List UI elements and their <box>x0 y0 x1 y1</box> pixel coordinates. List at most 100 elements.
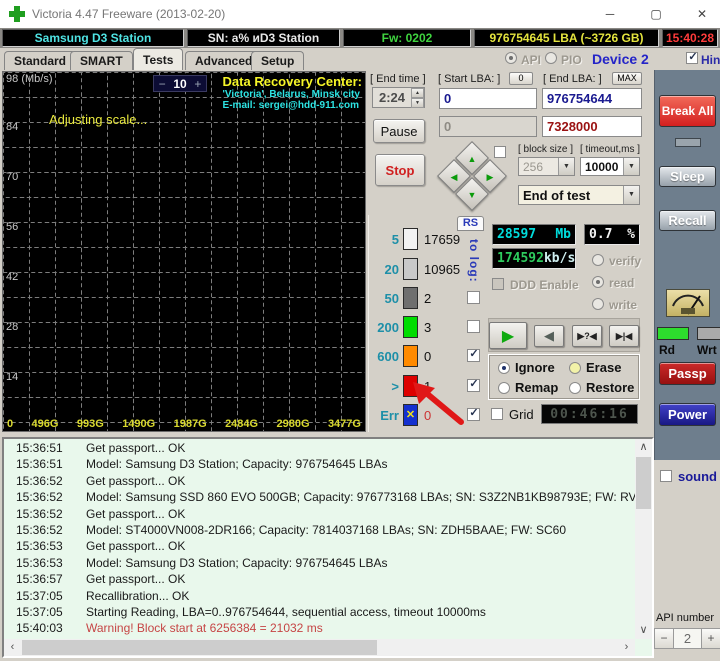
sleep-button[interactable]: Sleep <box>659 166 716 187</box>
pause-button[interactable]: Pause <box>373 119 425 143</box>
log-time: 15:36:53 <box>16 539 63 554</box>
api-minus-button[interactable]: − <box>654 628 674 649</box>
scroll-down-icon[interactable]: ∨ <box>635 622 652 639</box>
power-button[interactable]: Power <box>659 403 716 426</box>
sound-checkbox[interactable] <box>660 470 672 482</box>
speed-value: 174592 <box>497 251 544 266</box>
log-600-checkbox[interactable]: ✓ <box>467 348 480 362</box>
ddd-enable-checkbox <box>492 278 504 290</box>
write-label: write <box>609 298 638 312</box>
x-axis-tick: 2484G <box>225 418 259 430</box>
erase-option[interactable]: Erase <box>569 360 621 375</box>
log-time: 15:36:57 <box>16 572 63 587</box>
remap-radio[interactable] <box>498 381 510 394</box>
scale-minus-button[interactable]: − <box>154 77 170 91</box>
pio-label: PIO <box>561 53 582 67</box>
drive-serial: SN: a% иD3 Station <box>187 29 340 47</box>
write-led <box>697 327 720 340</box>
log-text: Model: Samsung SSD 860 EVO 500GB; Capaci… <box>86 490 635 505</box>
side-button-column: Break All Sleep Recall Rd Wrt Passp Powe… <box>654 70 720 460</box>
erase-radio[interactable] <box>569 361 581 374</box>
log-text: Model: Samsung D3 Station; Capacity: 976… <box>86 457 388 472</box>
log-slow-checkbox[interactable]: ✓ <box>467 378 480 392</box>
end-lba-input[interactable]: 976754644 <box>542 88 642 109</box>
close-button[interactable]: ✕ <box>680 0 720 28</box>
ddd-enable-label: DDD Enable <box>510 278 579 292</box>
log-text: Get passport... OK <box>86 473 186 488</box>
ignore-option[interactable]: Ignore <box>498 360 555 375</box>
max-button[interactable]: MAX <box>612 72 642 85</box>
nav-down-icon: ▼ <box>467 190 477 200</box>
minimize-button[interactable]: ─ <box>588 0 632 28</box>
start-lba-zero-button[interactable]: 0 <box>509 72 533 85</box>
y-axis-tick: 56 <box>6 221 19 233</box>
sound-label: sound <box>678 469 717 484</box>
tab-smart[interactable]: SMART <box>70 51 133 70</box>
seek-question-button[interactable]: ▶?◀ <box>572 325 602 347</box>
passp-button[interactable]: Passp <box>659 362 716 385</box>
log-row: 15:36:52 Model: Samsung SSD 860 EVO 500GB… <box>4 490 635 506</box>
maximize-button[interactable]: ▢ <box>634 0 678 28</box>
log-vertical-scrollbar[interactable]: ∧ ∨ <box>635 439 652 639</box>
nav-checkbox[interactable] <box>494 146 506 158</box>
rewind-button[interactable]: ◀ <box>534 325 564 347</box>
graph-status-text: Adjusting scale... <box>49 112 148 127</box>
scale-plus-button[interactable]: + <box>190 77 206 91</box>
end-of-test-select[interactable]: End of test ▼ <box>518 185 640 205</box>
log-row: 15:36:57 Get passport... OK <box>4 572 635 588</box>
dropdown-icon: ▼ <box>623 186 639 204</box>
api-plus-button[interactable]: + <box>701 628 720 649</box>
ignore-radio[interactable] <box>498 361 510 374</box>
vertical-scroll-thumb[interactable] <box>636 457 651 509</box>
speed-lcd: 174592 kb/s <box>492 248 576 269</box>
log-err-checkbox[interactable]: ✓ <box>467 407 480 421</box>
remaining-lba-field: 7328000 <box>542 116 642 137</box>
start-lba-input[interactable]: 0 <box>439 88 537 109</box>
test-controls-panel: [ End time ] 2:24 ▲ ▼ Pause Stop [ Start … <box>366 70 654 216</box>
start-test-button[interactable]: ▶ <box>489 322 527 349</box>
error-x-icon: ✕ <box>405 409 416 421</box>
scroll-right-icon[interactable]: › <box>618 639 635 656</box>
current-lba-field: 0 <box>439 116 537 137</box>
x-axis-tick: 1987G <box>173 418 207 430</box>
hints-checkbox[interactable]: ✓ <box>686 51 698 64</box>
title-bar: Victoria 4.47 Freeware (2013-02-20) ─ ▢ … <box>0 0 720 28</box>
speed-block <box>403 345 418 367</box>
log-row: 15:36:51 Get passport... OK <box>4 441 635 457</box>
scroll-up-icon[interactable]: ∧ <box>635 439 652 456</box>
horizontal-scroll-thumb[interactable] <box>22 640 377 655</box>
break-all-button[interactable]: Break All <box>659 95 716 127</box>
tab-setup[interactable]: Setup <box>251 51 305 70</box>
log-rows: 15:36:51 Get passport... OK 15:36:51 Model… <box>4 441 635 639</box>
percent-unit: % <box>627 227 635 242</box>
banner-line2: 'Victoria', Belarus, Minsk city <box>222 89 360 100</box>
tab-tests[interactable]: Tests <box>133 48 184 70</box>
device-label: Device 2 <box>592 51 649 67</box>
log-horizontal-scrollbar[interactable]: ‹ › <box>4 639 635 656</box>
remap-option[interactable]: Remap <box>498 380 558 395</box>
restore-radio[interactable] <box>569 381 581 394</box>
mb-lcd: 28597 Mb <box>492 224 576 245</box>
speed-unit: kb/s <box>543 251 576 266</box>
scroll-left-icon[interactable]: ‹ <box>4 639 21 656</box>
busy-indicator <box>675 138 701 147</box>
tab-standard[interactable]: Standard <box>4 51 77 70</box>
log-50-checkbox[interactable] <box>467 291 480 304</box>
seek-end-button[interactable]: ▶|◀ <box>609 325 639 347</box>
stop-button[interactable]: Stop <box>375 154 425 186</box>
spin-up-icon[interactable]: ▲ <box>411 88 424 98</box>
restore-option[interactable]: Restore <box>569 380 634 395</box>
recall-button[interactable]: Recall <box>659 210 716 231</box>
log-row: 15:36:53 Model: Samsung D3 Station; Capac… <box>4 556 635 572</box>
end-lba-label: [ End LBA: ] <box>543 73 602 85</box>
log-200-checkbox[interactable] <box>467 320 480 333</box>
spin-down-icon[interactable]: ▼ <box>411 98 424 108</box>
data-recovery-banner: Data Recovery Center: 'Victoria', Belaru… <box>222 75 362 112</box>
timeout-select[interactable]: 10000 ▼ <box>580 157 640 176</box>
grid-checkbox[interactable] <box>491 408 503 420</box>
speed-stats-panel: RS to log: 5 17659 20 10965 50 2 200 3 600 0 … <box>368 215 490 432</box>
banner-line3: E-mail: sergei@hdd-911.com <box>222 100 360 111</box>
api-number-value: 2 <box>674 628 701 649</box>
app-cross-icon <box>9 6 25 22</box>
rewind-icon: ◀ <box>544 328 554 343</box>
